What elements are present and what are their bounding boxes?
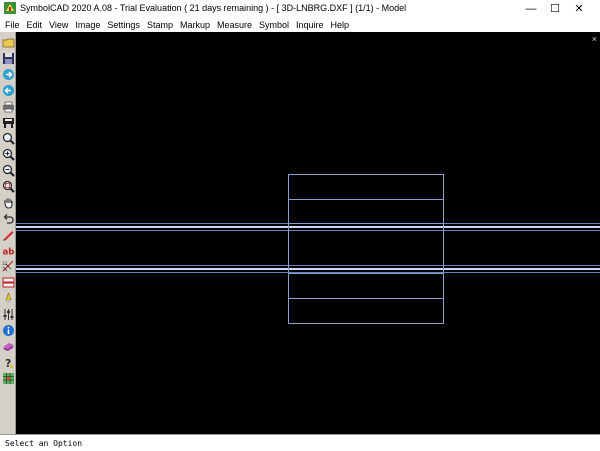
book-icon[interactable]	[1, 339, 15, 353]
block-divider	[288, 199, 444, 200]
highlight-icon[interactable]	[1, 291, 15, 305]
menu-settings[interactable]: Settings	[104, 20, 143, 30]
menu-symbol[interactable]: Symbol	[256, 20, 292, 30]
print-icon[interactable]	[1, 99, 15, 113]
menu-stamp[interactable]: Stamp	[144, 20, 176, 30]
plotter-icon[interactable]	[1, 115, 15, 129]
canvas-close-icon[interactable]: ×	[592, 34, 597, 44]
help-icon[interactable]: ?	[1, 355, 15, 369]
menu-view[interactable]: View	[46, 20, 71, 30]
menu-image[interactable]: Image	[72, 20, 103, 30]
grid-icon[interactable]	[1, 371, 15, 385]
forward-arrow-icon[interactable]	[1, 67, 15, 81]
layers-icon[interactable]	[1, 275, 15, 289]
status-message: Select an Option	[5, 439, 83, 448]
info-icon[interactable]	[1, 323, 15, 337]
menu-help[interactable]: Help	[328, 20, 353, 30]
menu-file[interactable]: File	[2, 20, 23, 30]
back-arrow-icon[interactable]	[1, 83, 15, 97]
svg-text:ab: ab	[2, 247, 14, 257]
pan-hand-icon[interactable]	[1, 195, 15, 209]
menu-bar: File Edit View Image Settings Stamp Mark…	[0, 17, 600, 32]
menu-inquire[interactable]: Inquire	[293, 20, 327, 30]
save-icon[interactable]	[1, 51, 15, 65]
drawing-canvas[interactable]: ×	[16, 32, 600, 434]
status-bar: Select an Option	[0, 434, 600, 451]
adjust-icon[interactable]	[1, 307, 15, 321]
zoom-in-icon[interactable]	[1, 147, 15, 161]
close-button[interactable]: ✕	[556, 0, 600, 17]
text-ab-icon[interactable]: ab	[1, 243, 15, 257]
block-divider	[288, 223, 444, 224]
vertical-toolbar: ab 12 ?	[0, 32, 16, 437]
zoom-window-icon[interactable]	[1, 179, 15, 193]
symbolcad-app-icon	[4, 2, 16, 14]
open-icon[interactable]	[1, 35, 15, 49]
dimension-icon[interactable]: 12	[1, 259, 15, 273]
pencil-icon[interactable]	[1, 227, 15, 241]
undo-icon[interactable]	[1, 211, 15, 225]
zoom-icon[interactable]	[1, 131, 15, 145]
menu-measure[interactable]: Measure	[214, 20, 255, 30]
block-divider	[288, 273, 444, 274]
title-bar: SymbolCAD 2020 A.08 - Trial Evaluation (…	[0, 0, 600, 17]
zoom-out-icon[interactable]	[1, 163, 15, 177]
svg-text:12: 12	[2, 261, 8, 266]
block-divider	[288, 298, 444, 299]
window-title: SymbolCAD 2020 A.08 - Trial Evaluation (…	[20, 3, 407, 13]
menu-edit[interactable]: Edit	[24, 20, 46, 30]
block-outline	[288, 174, 444, 324]
menu-markup[interactable]: Markup	[177, 20, 213, 30]
